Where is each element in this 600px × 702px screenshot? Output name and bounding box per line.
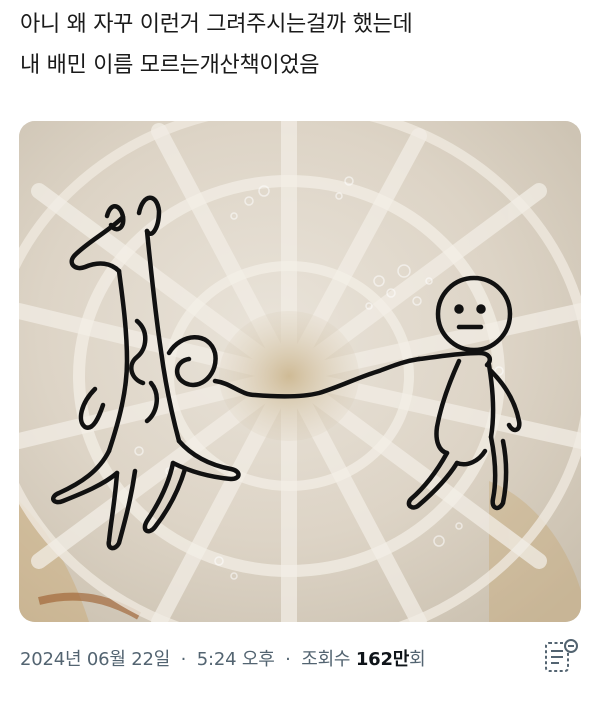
meta-separator: · — [180, 649, 187, 670]
post-text: 아니 왜 자꾸 이런거 그려주시는걸까 했는데 내 배민 이름 모르는개산책이었… — [20, 4, 580, 86]
views-count: 162만 — [355, 649, 410, 670]
post-analytics-icon[interactable] — [541, 637, 581, 677]
post-time[interactable]: 5:24 오후 — [197, 649, 275, 670]
views-suffix: 회 — [409, 649, 426, 670]
post-text-line-2: 내 배민 이름 모르는개산책이었음 — [20, 53, 320, 78]
post-text-line-1: 아니 왜 자꾸 이런거 그려주시는걸까 했는데 — [20, 12, 413, 37]
post-photo[interactable] — [19, 121, 581, 622]
post-date[interactable]: 2024년 06월 22일 — [20, 649, 170, 670]
container-lid-drawing — [19, 121, 581, 622]
meta-separator: · — [285, 649, 291, 670]
post-meta: 2024년 06월 22일 · 5:24 오후 · 조회수 162만회 — [20, 648, 426, 672]
views-label: 조회수 — [301, 649, 351, 670]
